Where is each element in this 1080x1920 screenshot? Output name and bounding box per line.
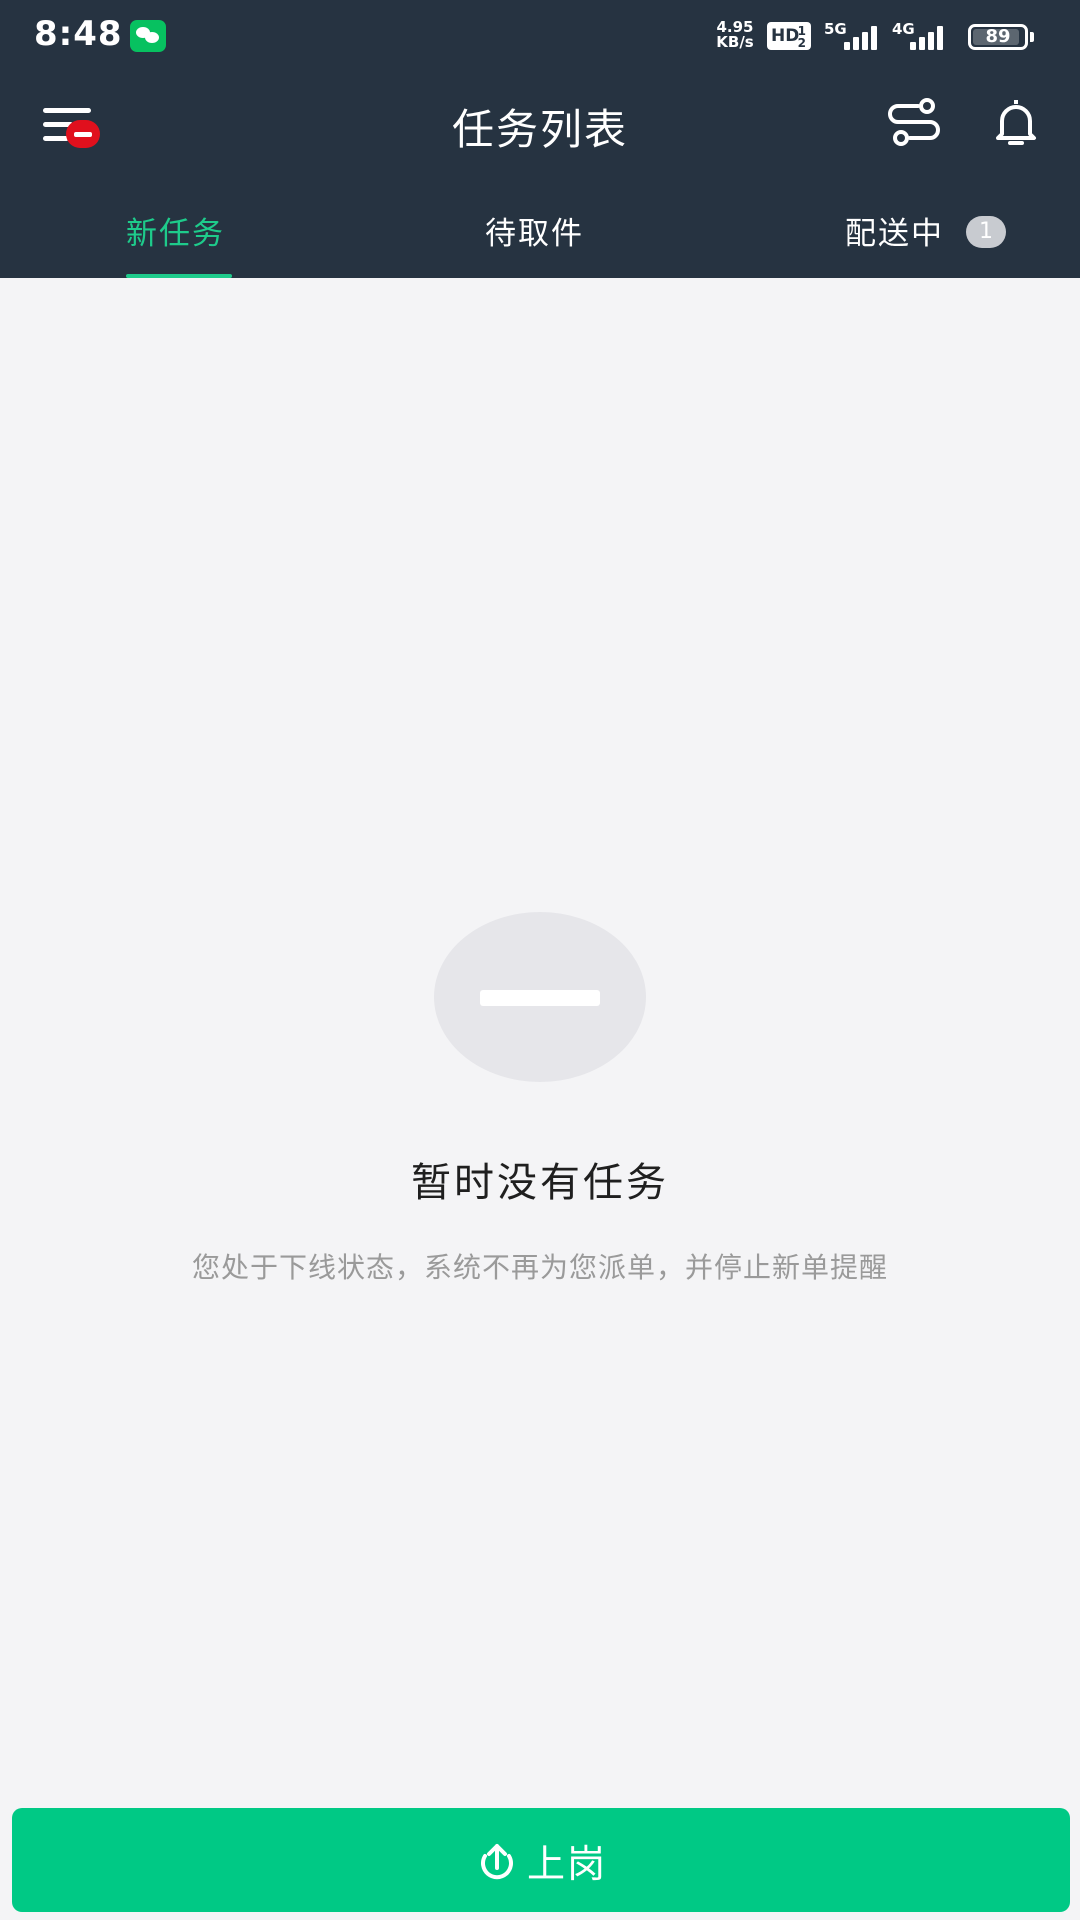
tab-pending-pickup[interactable]: 待取件: [485, 208, 584, 253]
hd-badge: HD 1 2: [767, 22, 811, 50]
upload-icon: [481, 1844, 513, 1880]
signal-4g-icon: [906, 24, 950, 50]
route-button[interactable]: [884, 94, 944, 150]
empty-state-icon: [434, 912, 646, 1082]
tab-bar: 新任务 待取件 配送中 1: [0, 168, 1080, 278]
signal-5g-icon: [840, 24, 884, 50]
status-time: 8:48: [34, 14, 123, 54]
network-speed: 4.95 KB/s: [711, 20, 759, 50]
wechat-icon: [130, 20, 166, 52]
delivering-count-badge: 1: [966, 216, 1006, 248]
go-on-duty-button[interactable]: 上岗: [12, 1808, 1070, 1912]
go-on-duty-label: 上岗: [526, 1841, 607, 1886]
battery-icon: 89: [968, 24, 1034, 50]
hd-sub: 2: [797, 36, 806, 50]
status-bar: 8:48 4.95 KB/s HD 1 2 5G 4G 89: [0, 0, 1080, 72]
tab-delivering[interactable]: 配送中: [845, 208, 944, 253]
battery-level: 89: [985, 26, 1011, 47]
network-speed-unit: KB/s: [716, 33, 754, 51]
app-header: 任务列表: [0, 72, 1080, 168]
tab-new-tasks[interactable]: 新任务: [126, 208, 225, 253]
active-tab-indicator: [126, 274, 232, 278]
empty-state-title: 暂时没有任务: [411, 1160, 669, 1206]
notification-button[interactable]: [986, 94, 1046, 150]
bell-icon: [996, 100, 1036, 145]
route-icon: [888, 98, 940, 146]
empty-state-description: 您处于下线状态，系统不再为您派单，并停止新单提醒: [191, 1251, 888, 1284]
hd-label: HD: [771, 26, 800, 46]
